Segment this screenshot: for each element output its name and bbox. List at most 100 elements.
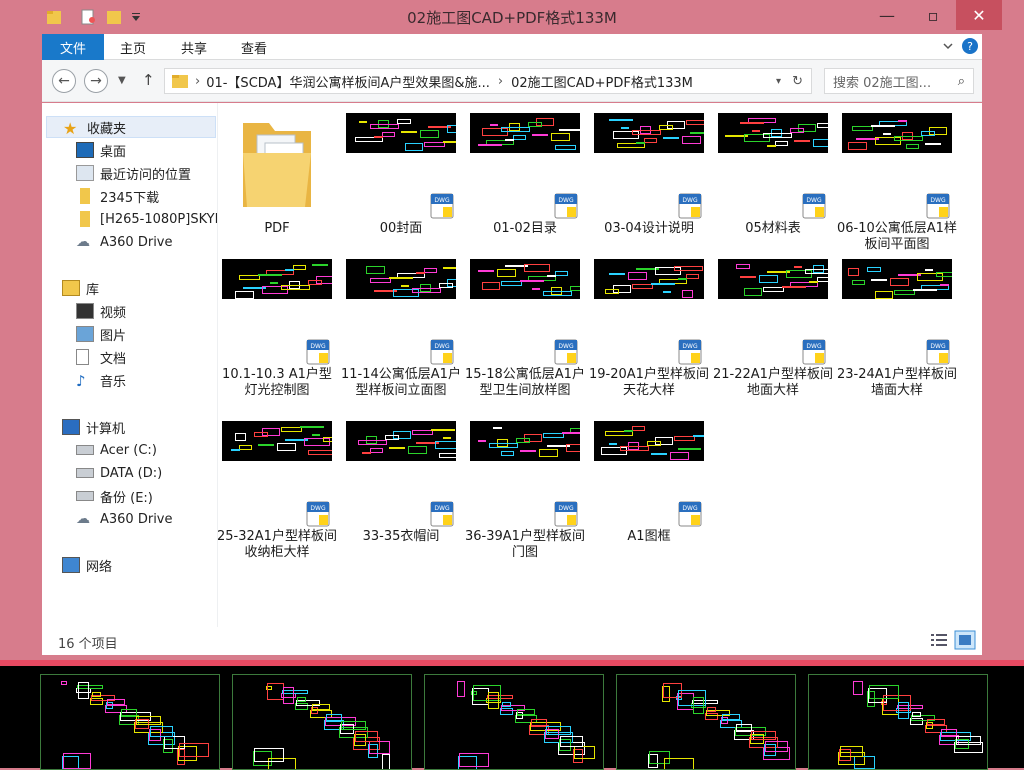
- file-label: 15-18公寓低层A1户型卫生间放样图: [465, 367, 585, 398]
- nav-label: 图片: [100, 328, 127, 344]
- dwg-badge-label: DWG: [310, 343, 326, 350]
- help-icon[interactable]: ?: [962, 38, 978, 54]
- cad-preview-elevation: [808, 674, 988, 770]
- nav-network[interactable]: 网络: [62, 554, 112, 576]
- file-label: 01-02目录: [493, 221, 557, 236]
- nav-drive-d[interactable]: DATA (D:): [76, 462, 162, 484]
- desktop-icon: [76, 142, 94, 158]
- dwg-file-icon: DWG: [678, 193, 702, 219]
- dwg-file-icon: DWG: [802, 339, 826, 365]
- search-input[interactable]: 搜索 02施工图... ⌕: [824, 68, 974, 94]
- tab-home[interactable]: 主页: [120, 34, 146, 60]
- ribbon: 文件 主页 共享 查看 ?: [42, 34, 982, 60]
- dwg-file-icon: DWG: [802, 193, 826, 219]
- file-item[interactable]: DWG 19-20A1户型样板间天花大样: [589, 259, 709, 399]
- nav-label: 计算机: [86, 421, 126, 437]
- file-label: 11-14公寓低层A1户型样板间立面图: [341, 367, 461, 398]
- file-label: 05材料表: [745, 221, 801, 236]
- tab-file[interactable]: 文件: [42, 34, 104, 60]
- address-bar[interactable]: › 01-【SCDA】华润公寓样板间A户型效果图&施... › 02施工图CAD…: [164, 68, 812, 94]
- drive-icon: [76, 445, 94, 455]
- folder-item[interactable]: PDF: [222, 113, 332, 253]
- nav-label: [H265-1080P]SKYF: [100, 211, 218, 227]
- dwg-file-icon: DWG: [926, 339, 950, 365]
- nav-drive-c[interactable]: Acer (C:): [76, 439, 157, 461]
- nav-label: DATA (D:): [100, 465, 163, 481]
- refresh-icon[interactable]: ↻: [792, 74, 803, 89]
- arrow-right-icon: →: [90, 73, 102, 89]
- title-bar: 02施工图CAD+PDF格式133M — ▫ ✕: [0, 0, 1024, 34]
- nav-libraries[interactable]: 库: [62, 277, 99, 299]
- nav-label: A360 Drive: [100, 511, 173, 527]
- file-item[interactable]: DWG 33-35衣帽间: [346, 421, 456, 561]
- file-item[interactable]: DWG 11-14公寓低层A1户型样板间立面图: [341, 259, 461, 399]
- back-button[interactable]: ←: [52, 69, 76, 93]
- minimize-button[interactable]: —: [864, 0, 910, 30]
- forward-button[interactable]: →: [84, 69, 108, 93]
- cad-thumbnail: [470, 259, 580, 299]
- navigation-bar: ← → ▼ ↑ › 01-【SCDA】华润公寓样板间A户型效果图&施... › …: [42, 60, 982, 102]
- nav-recent[interactable]: 最近访问的位置: [76, 162, 191, 184]
- file-item[interactable]: DWG 23-24A1户型样板间墙面大样: [837, 259, 957, 399]
- dwg-file-icon: DWG: [430, 193, 454, 219]
- nav-a360-fav[interactable]: ☁ A360 Drive: [76, 231, 173, 253]
- tab-view[interactable]: 查看: [241, 34, 267, 60]
- file-item[interactable]: DWG 05材料表: [718, 113, 828, 253]
- cad-thumbnail: [842, 113, 952, 153]
- cad-thumbnail: [222, 421, 332, 461]
- nav-videos[interactable]: 视频: [76, 300, 126, 322]
- file-label: 21-22A1户型样板间地面大样: [713, 367, 833, 398]
- dwg-file-icon: DWG: [678, 501, 702, 527]
- nav-skyf[interactable]: [H265-1080P]SKYF: [76, 208, 218, 230]
- nav-pictures[interactable]: 图片: [76, 323, 126, 345]
- search-icon[interactable]: ⌕: [958, 74, 965, 89]
- breadcrumb-current[interactable]: 02施工图CAD+PDF格式133M: [511, 72, 693, 91]
- nav-computer[interactable]: 计算机: [62, 416, 125, 438]
- explorer-body: ★ 收藏夹 桌面 最近访问的位置 2345下载 [H265-1080P]SKYF …: [42, 103, 982, 627]
- nav-label: 2345下载: [100, 190, 160, 206]
- details-view-icon[interactable]: [930, 632, 948, 648]
- maximize-button[interactable]: ▫: [910, 0, 956, 30]
- star-icon: ★: [63, 119, 78, 138]
- dwg-badge-label: DWG: [434, 343, 450, 350]
- file-item[interactable]: DWG 25-32A1户型样板间收纳柜大样: [217, 421, 337, 561]
- cad-preview-plan: [40, 674, 220, 770]
- file-item[interactable]: DWG 00封面: [346, 113, 456, 253]
- file-item[interactable]: DWG 15-18公寓低层A1户型卫生间放样图: [465, 259, 585, 399]
- search-placeholder: 搜索 02施工图...: [833, 75, 932, 91]
- tab-share[interactable]: 共享: [181, 34, 207, 60]
- large-icons-view-icon[interactable]: [954, 630, 976, 650]
- file-item[interactable]: DWG 21-22A1户型样板间地面大样: [713, 259, 833, 399]
- cad-thumbnail: [470, 421, 580, 461]
- breadcrumb-parent[interactable]: 01-【SCDA】华润公寓样板间A户型效果图&施...: [206, 72, 490, 91]
- file-item[interactable]: DWG 01-02目录: [470, 113, 580, 253]
- file-label: PDF: [264, 221, 290, 236]
- dwg-file-icon: DWG: [554, 501, 578, 527]
- chevron-down-icon[interactable]: ▾: [776, 76, 781, 87]
- file-item[interactable]: DWG 06-10公寓低层A1样板间平面图: [837, 113, 957, 253]
- cad-thumbnail: [470, 113, 580, 153]
- nav-favorites[interactable]: ★ 收藏夹: [46, 116, 216, 138]
- nav-a360-computer[interactable]: ☁ A360 Drive: [76, 508, 173, 530]
- library-icon: [62, 280, 80, 296]
- close-button[interactable]: ✕: [956, 0, 1002, 30]
- cad-preview-strip: [0, 660, 1024, 770]
- up-button[interactable]: ↑: [142, 71, 155, 89]
- nav-desktop[interactable]: 桌面: [76, 139, 126, 161]
- nav-music[interactable]: ♪ 音乐: [76, 369, 126, 391]
- dwg-badge-label: DWG: [682, 343, 698, 350]
- file-label: 36-39A1户型样板间门图: [465, 529, 585, 560]
- file-item[interactable]: DWG 10.1-10.3 A1户型灯光控制图: [222, 259, 332, 399]
- file-item[interactable]: DWG 03-04设计说明: [594, 113, 704, 253]
- nav-2345[interactable]: 2345下载: [76, 185, 159, 207]
- nav-drive-e[interactable]: 备份 (E:): [76, 485, 153, 507]
- file-item[interactable]: DWG 36-39A1户型样板间门图: [465, 421, 585, 561]
- nav-label: 视频: [100, 305, 127, 321]
- dwg-badge-label: DWG: [682, 197, 698, 204]
- nav-documents[interactable]: 文档: [76, 346, 126, 368]
- file-item[interactable]: DWG A1图框: [594, 421, 704, 561]
- recent-locations-icon[interactable]: ▼: [118, 75, 126, 86]
- navigation-pane: ★ 收藏夹 桌面 最近访问的位置 2345下载 [H265-1080P]SKYF …: [42, 103, 218, 627]
- maximize-icon: ▫: [927, 5, 939, 25]
- chevron-down-icon[interactable]: [942, 40, 954, 52]
